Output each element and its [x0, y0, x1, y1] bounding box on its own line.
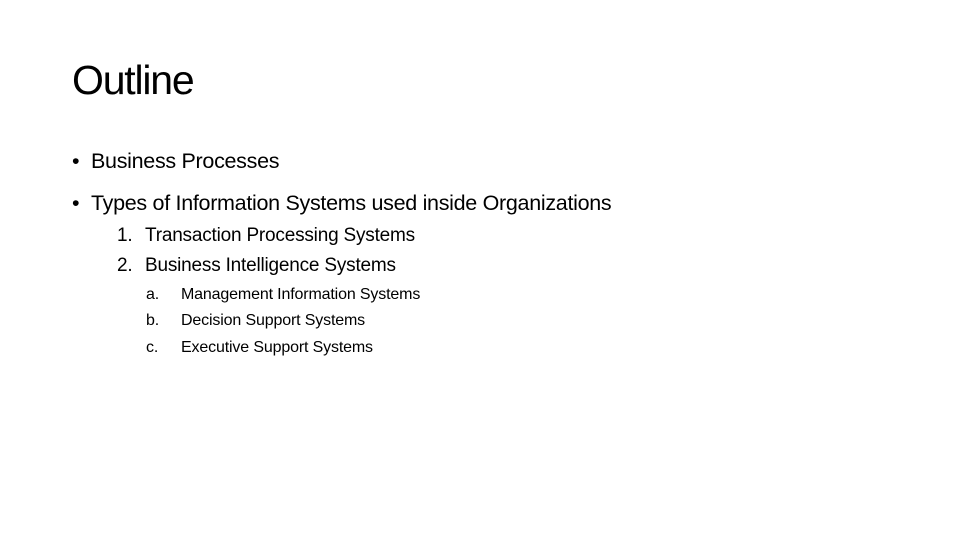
numbered-text: Transaction Processing Systems	[145, 225, 415, 246]
number-marker: 2.	[117, 255, 133, 276]
letter-marker: c.	[146, 339, 159, 356]
bullet-marker: •	[72, 191, 80, 215]
numbered-text: Business Intelligence Systems	[145, 255, 396, 276]
letter-marker: a.	[146, 286, 160, 303]
numbered-item: 1. Transaction Processing Systems	[117, 223, 415, 249]
lettered-text: Executive Support Systems	[181, 339, 373, 356]
lettered-item: b. Decision Support Systems	[146, 310, 365, 332]
lettered-text: Management Information Systems	[181, 286, 421, 303]
bullet-marker: •	[72, 149, 80, 173]
letter-marker: b.	[146, 312, 160, 329]
lettered-item: a. Management Information Systems	[146, 284, 420, 306]
bullet-text: Business Processes	[91, 149, 280, 173]
lettered-item: c. Executive Support Systems	[146, 337, 373, 359]
number-marker: 1.	[117, 225, 133, 246]
numbered-item: 2. Business Intelligence Systems	[117, 253, 396, 279]
bullet-item: • Business Processes	[72, 147, 279, 175]
bullet-item: • Types of Information Systems used insid…	[72, 189, 612, 217]
lettered-text: Decision Support Systems	[181, 312, 366, 329]
slide: Outline • Business Processes • Types of In…	[0, 0, 960, 540]
slide-title: Outline	[72, 57, 195, 103]
bullet-text: Types of Information Systems used inside…	[91, 191, 612, 215]
